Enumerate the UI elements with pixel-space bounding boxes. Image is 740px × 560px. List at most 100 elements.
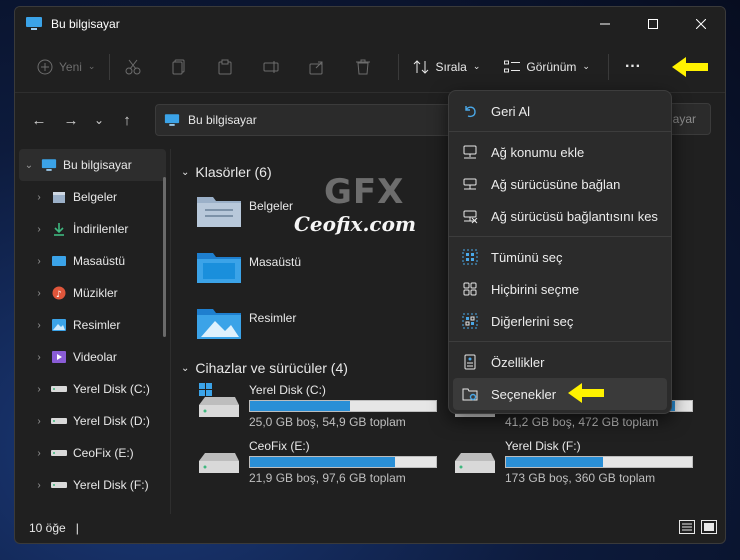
menu-item-undo[interactable]: Geri Al	[453, 95, 667, 127]
sort-button[interactable]: Sırala ⌄	[405, 50, 488, 84]
chevron-down-icon: ⌄	[582, 61, 590, 71]
menu-item-invert-selection[interactable]: Diğerlerini seç	[453, 305, 667, 337]
address-path: Bu bilgisayar	[188, 113, 257, 127]
delete-button[interactable]	[346, 50, 380, 84]
documents-icon	[51, 189, 67, 205]
sidebar-item-drive-d[interactable]: › Yerel Disk (D:)	[19, 405, 166, 437]
sidebar-item-drive-c[interactable]: › Yerel Disk (C:)	[19, 373, 166, 405]
arrow-left-icon: ←	[31, 111, 47, 129]
details-view-icon	[679, 519, 695, 534]
sidebar-item-music[interactable]: › ♪ Müzikler	[19, 277, 166, 309]
drive-usage-fill	[250, 401, 351, 411]
watermark: GFX Ceofix.com	[294, 172, 416, 236]
sidebar-item-label: CeoFix (E:)	[73, 446, 134, 460]
window-title: Bu bilgisayar	[51, 17, 120, 31]
sidebar-item-downloads[interactable]: › İndirilenler	[19, 213, 166, 245]
share-button[interactable]	[300, 50, 334, 84]
chevron-right-icon[interactable]: ›	[33, 480, 45, 491]
chevron-right-icon[interactable]: ›	[33, 448, 45, 459]
separator	[607, 53, 609, 80]
options-icon	[461, 385, 479, 403]
drives-group-header[interactable]: ⌄ Cihazlar ve sürücüler (4)	[181, 355, 348, 381]
copy-icon	[172, 59, 185, 74]
menu-item-label: Geri Al	[491, 103, 531, 119]
clipboard-icon	[218, 59, 232, 74]
paste-button[interactable]	[208, 50, 242, 84]
sidebar-item-label: İndirilenler	[73, 222, 129, 236]
chevron-right-icon[interactable]: ›	[33, 384, 45, 395]
map-drive-icon	[461, 175, 479, 193]
up-button[interactable]: ↑	[111, 104, 143, 136]
folders-group-header[interactable]: ⌄ Klasörler (6)	[181, 159, 272, 185]
group-title: Cihazlar ve sürücüler (4)	[195, 360, 348, 376]
menu-item-label: Özellikler	[491, 354, 545, 370]
forward-button[interactable]: →	[55, 104, 87, 136]
menu-item-disconnect-network-drive[interactable]: Ağ sürücüsü bağlantısını kes	[453, 200, 667, 232]
view-icon	[504, 60, 521, 72]
drive-e[interactable]: CeoFix (E:) 21,9 GB boş, 97,6 GB toplam	[197, 439, 437, 485]
sidebar-scrollbar[interactable]	[163, 177, 166, 337]
menu-item-label: Seçenekler	[491, 386, 557, 402]
chevron-right-icon[interactable]: ›	[33, 256, 45, 267]
chevron-right-icon[interactable]: ›	[33, 192, 45, 203]
drive-f[interactable]: Yerel Disk (F:) 173 GB boş, 360 GB topla…	[453, 439, 693, 485]
folder-documents[interactable]: Belgeler	[197, 193, 293, 227]
menu-separator	[449, 131, 671, 132]
share-icon	[309, 61, 323, 74]
sidebar-item-label: Yerel Disk (F:)	[73, 478, 149, 492]
cut-button[interactable]	[116, 50, 150, 84]
chevron-right-icon[interactable]: ›	[33, 320, 45, 331]
menu-item-add-network-location[interactable]: Ağ konumu ekle	[453, 136, 667, 168]
folder-desktop[interactable]: Masaüstü	[197, 249, 301, 283]
drive-c[interactable]: Yerel Disk (C:) 25,0 GB boş, 54,9 GB top…	[197, 383, 437, 429]
tiles-view-icon	[701, 519, 717, 534]
title-bar: Bu bilgisayar	[15, 7, 725, 41]
drive-label: Yerel Disk (F:)	[505, 439, 581, 453]
drive-usage-text: 21,9 GB boş, 97,6 GB toplam	[249, 471, 406, 485]
copy-button[interactable]	[162, 50, 196, 84]
menu-item-map-network-drive[interactable]: Ağ sürücüsüne bağlan	[453, 168, 667, 200]
address-bar[interactable]: Bu bilgisayar	[155, 104, 455, 136]
drive-icon	[51, 477, 67, 493]
minimize-button[interactable]	[581, 7, 629, 41]
folder-label: Resimler	[249, 311, 297, 325]
menu-item-properties[interactable]: Özellikler	[453, 346, 667, 378]
chevron-right-icon[interactable]: ›	[33, 224, 45, 235]
maximize-button[interactable]	[629, 7, 677, 41]
plus-circle-icon	[37, 59, 53, 74]
drive-icon	[51, 445, 67, 461]
close-button[interactable]	[677, 7, 725, 41]
chevron-right-icon[interactable]: ›	[33, 352, 45, 363]
sidebar-item-drive-e[interactable]: › CeoFix (E:)	[19, 437, 166, 469]
back-button[interactable]: ←	[23, 104, 55, 136]
sidebar-item-pictures[interactable]: › Resimler	[19, 309, 166, 341]
view-button[interactable]: Görünüm ⌄	[496, 50, 598, 84]
folder-pictures[interactable]: Resimler	[197, 305, 296, 339]
pictures-icon	[51, 317, 67, 333]
rename-button[interactable]	[254, 50, 288, 84]
details-view-button[interactable]	[679, 519, 695, 537]
menu-item-options[interactable]: Seçenekler	[453, 378, 667, 410]
see-more-button[interactable]: ···	[615, 50, 651, 84]
navigation-pane: ⌄ Bu bilgisayar › Belgeler › İndirilenle…	[15, 149, 171, 514]
sidebar-item-documents[interactable]: › Belgeler	[19, 181, 166, 213]
see-more-menu: Geri Al Ağ konumu ekle Ağ sürücüsüne bağ…	[448, 90, 672, 414]
sidebar-item-videos[interactable]: › Videolar	[19, 341, 166, 373]
sidebar-item-desktop[interactable]: › Masaüstü	[19, 245, 166, 277]
search-placeholder: ayar	[672, 112, 696, 126]
chevron-down-icon[interactable]: ⌄	[23, 160, 35, 171]
drive-usage-fill	[250, 457, 396, 467]
sidebar-item-this-pc[interactable]: ⌄ Bu bilgisayar	[19, 149, 166, 181]
new-button[interactable]: Yeni ⌄	[29, 50, 103, 84]
sidebar-item-label: Yerel Disk (C:)	[73, 382, 150, 396]
tiles-view-button[interactable]	[701, 519, 717, 537]
chevron-right-icon[interactable]: ›	[33, 288, 45, 299]
menu-item-label: Tümünü seç	[491, 249, 563, 265]
menu-item-select-all[interactable]: Tümünü seç	[453, 241, 667, 273]
status-separator: |	[75, 521, 79, 535]
properties-icon	[461, 353, 479, 371]
menu-item-select-none[interactable]: Hiçbirini seçme	[453, 273, 667, 305]
sidebar-item-drive-f[interactable]: › Yerel Disk (F:)	[19, 469, 166, 501]
chevron-right-icon[interactable]: ›	[33, 416, 45, 427]
recent-locations-button[interactable]: ⌄	[87, 104, 111, 136]
